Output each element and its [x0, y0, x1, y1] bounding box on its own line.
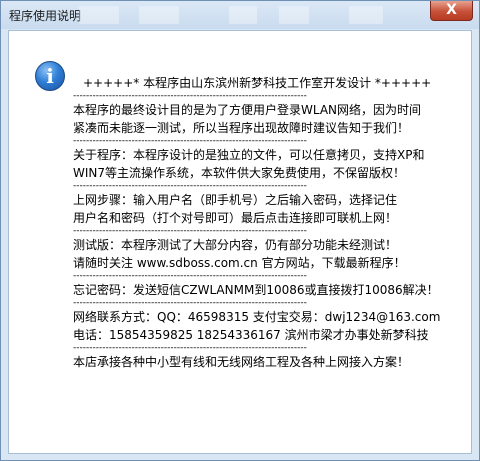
message-line: 本店承接各种中小型有线和无线网络工程及各种上网接入方案！	[73, 355, 410, 369]
message-text: +++++* 本程序由山东滨州新梦科技工作室开发设计 *+++++ ------…	[73, 74, 465, 371]
separator-line: ----------------------------------------…	[73, 92, 307, 101]
close-icon: X	[446, 2, 457, 18]
window-title: 程序使用说明	[9, 9, 82, 23]
background-glass	[79, 6, 419, 24]
title-bar[interactable]: 程序使用说明 X	[1, 1, 479, 29]
separator-line: ----------------------------------------…	[73, 182, 307, 191]
message-line: 电话：15854359825 18254336167 滨州市梁才办事处新梦科技	[73, 328, 429, 342]
information-icon: i	[35, 61, 65, 91]
message-line: 网络联系方式：QQ：46598315 支付宝交易：dwj1234@163.com	[73, 310, 441, 324]
message-line: 紧凑而未能逐一测试，所以当程序出现故障时建议告知于我们！	[73, 121, 410, 135]
separator-line: ----------------------------------------…	[73, 299, 307, 308]
dialog-window: 程序使用说明 X i +++++* 本程序由山东滨州新梦科技工作室开发设计 *+…	[0, 0, 480, 461]
message-line: 测试版：本程序测试了大部分内容，仍有部分功能未经测试！	[73, 238, 398, 252]
message-line: 用户名和密码（打个对号即可）最后点击连接即可联机上网！	[73, 211, 398, 225]
message-line: 忘记密码：发送短信CZWLANMM到10086或直接拨打10086解决！	[73, 283, 439, 297]
message-line: WIN7等主流操作系统，本软件供大家免费使用，不保留版权！	[73, 166, 406, 180]
separator-line: ----------------------------------------…	[73, 137, 307, 146]
message-line: 本程序的最终设计目的是为了方便用户登录WLAN网络，因为时间	[73, 103, 422, 117]
separator-line: ----------------------------------------…	[73, 344, 307, 353]
message-line: 请随时关注 www.sdboss.com.cn 官方网站，下载最新程序！	[73, 256, 406, 270]
message-line: 上网步骤：输入用户名（即手机号）之后输入密码，选择记住	[73, 193, 398, 207]
message-header: +++++* 本程序由山东滨州新梦科技工作室开发设计 *+++++	[83, 76, 432, 90]
close-button[interactable]: X	[430, 1, 473, 21]
message-line: 关于程序：本程序设计的是独立的文件，可以任意拷贝，支持XP和	[73, 148, 425, 162]
separator-line: ----------------------------------------…	[73, 272, 307, 281]
separator-line: ----------------------------------------…	[73, 227, 307, 236]
dialog-body: i +++++* 本程序由山东滨州新梦科技工作室开发设计 *+++++ ----…	[8, 30, 472, 454]
